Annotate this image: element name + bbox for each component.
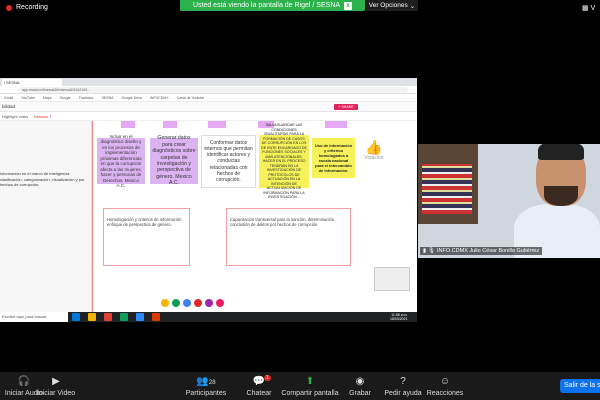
bookmark-item[interactable]: YouTube: [21, 96, 35, 100]
sticky-note[interactable]: Uso de información y criterios homologad…: [312, 138, 355, 178]
mural-subbar: Highlight votes Session 1: [0, 112, 417, 121]
bookmark-item[interactable]: SESNA: [102, 96, 114, 100]
share-button[interactable]: + SHARE: [334, 104, 358, 110]
vote-label: Votación: [364, 155, 384, 161]
video-label: Iniciar Video: [36, 390, 76, 397]
viewing-banner-text: Usted está viendo la pantalla de Rigel /…: [192, 2, 341, 9]
taskbar-clock: 11:58 a.m. 18/03/2021: [390, 313, 408, 321]
taskbar-app-icon[interactable]: [104, 313, 112, 321]
viewing-banner: Usted está viendo la pantalla de Rigel /…: [180, 0, 365, 11]
pink-tag: [121, 121, 135, 128]
taskbar-app-icon[interactable]: [72, 313, 80, 321]
view-button[interactable]: ▦ V: [582, 4, 596, 13]
person-hair: [538, 144, 584, 160]
taskbar-search[interactable]: Escribe aquí para buscar: [0, 312, 68, 322]
taskbar-app-icon[interactable]: [136, 313, 144, 321]
taskbar-app-icon[interactable]: [88, 313, 96, 321]
participants-count: 28: [208, 380, 216, 386]
frame-card[interactable]: Homologación y criterios de información …: [103, 208, 190, 266]
participant-video[interactable]: ▮ 🎙 INFO.CDMX Julio César Bonilla Gutiér…: [418, 144, 600, 258]
leave-button[interactable]: Salir de la s: [560, 379, 600, 393]
url-field[interactable]: app.mural.co/t/sesna2/m/sesna2/1612193..…: [18, 87, 408, 93]
thumbs-up-icon: 👍: [365, 139, 383, 155]
mural-title: bilidad: [2, 104, 16, 109]
taskbar-icons: [72, 313, 160, 321]
participants-icon: 👥28: [196, 376, 216, 387]
bookmark-item[interactable]: Google Drive: [122, 96, 142, 100]
vote-widget[interactable]: 👍 Votación: [361, 139, 387, 161]
view-options-button[interactable]: Ver Opciones ⌄: [366, 0, 418, 11]
tool-icon[interactable]: [216, 299, 224, 307]
zoom-window: Recording Usted está viendo la pantalla …: [0, 0, 600, 400]
recording-label: Recording: [16, 4, 48, 11]
bookmarks-bar: Gmail YouTube Maps Google Traductor SESN…: [0, 94, 417, 102]
bookmark-item[interactable]: Google: [59, 96, 70, 100]
minimap[interactable]: [374, 267, 410, 291]
browser-tab[interactable]: l SESNA: [2, 79, 62, 86]
tool-icon[interactable]: [194, 299, 202, 307]
chat-badge: 1: [264, 375, 271, 381]
record-label: Grabar: [349, 390, 371, 397]
mural-canvas: información en el marco de inteligencia …: [0, 121, 417, 312]
clock-date: 18/03/2021: [390, 317, 408, 321]
mic-muted-icon: 🎙: [428, 248, 436, 254]
view-options-label: Ver Opciones: [368, 2, 408, 9]
session-label[interactable]: Session 1: [34, 114, 52, 119]
left-panel-text: información en el marco de inteligencia …: [0, 171, 85, 187]
video-off-icon: ▶: [52, 376, 60, 387]
smile-icon: ☺: [439, 376, 451, 387]
reactions-label: Reacciones: [426, 390, 464, 397]
shared-screen: l SESNA app.mural.co/t/sesna2/m/sesna2/1…: [0, 78, 417, 322]
books: [422, 164, 472, 214]
bookmark-item[interactable]: INFOCDMX: [150, 96, 169, 100]
tool-icon[interactable]: [150, 299, 158, 307]
mural-appbar: bilidad + SHARE: [0, 102, 417, 112]
grid-icon: ▦: [582, 5, 589, 12]
tool-icon[interactable]: [183, 299, 191, 307]
annotation-tools: [150, 299, 224, 307]
frame-card[interactable]: Capacitación transversal para la sanción…: [226, 208, 351, 266]
bookmark-item[interactable]: Traductor: [79, 96, 94, 100]
banner-close-icon[interactable]: x: [344, 1, 353, 10]
tool-icon[interactable]: [172, 299, 180, 307]
sticky-note[interactable]: Conformar datos internos que permitan id…: [201, 135, 256, 188]
left-panel: información en el marco de inteligencia …: [0, 121, 92, 312]
chevron-down-icon: ⌄: [409, 2, 416, 10]
browser-urlbar: app.mural.co/t/sesna2/m/sesna2/1612193..…: [0, 86, 417, 94]
bookmark-item[interactable]: Gmail: [4, 96, 13, 100]
bookmark-item[interactable]: Canal de Youtube: [177, 96, 205, 100]
participant-name: INFO.CDMX Julio César Bonilla Gutiérrez: [437, 248, 540, 254]
pink-tag: [163, 121, 177, 128]
taskbar-app-icon[interactable]: [152, 313, 160, 321]
taskbar-app-icon[interactable]: [120, 313, 128, 321]
signal-icon: ▮: [423, 248, 427, 254]
highlight-votes-label[interactable]: Highlight votes: [2, 114, 28, 119]
reactions-button[interactable]: ☺ Reacciones: [415, 376, 475, 397]
view-label: V: [590, 4, 596, 12]
pink-tag: [325, 121, 347, 128]
sticky-note[interactable]: SALVAGUARDAR LAS CONDICIONES IGUALITARIA…: [259, 123, 309, 199]
sticky-note[interactable]: Generar datos para crear diagnósticos so…: [150, 135, 198, 186]
mural-board: Incluir en el diagnóstico diseño y en lo…: [93, 121, 417, 312]
tool-icon[interactable]: [161, 299, 169, 307]
recording-indicator: Recording: [6, 4, 48, 11]
video-button[interactable]: ▶ Iniciar Video: [26, 376, 86, 397]
browser-tabbar: l SESNA: [0, 78, 417, 86]
chat-label: Chatear: [246, 390, 272, 397]
pink-tag: [208, 121, 226, 128]
bookmark-item[interactable]: Maps: [43, 96, 52, 100]
record-dot-icon: [6, 4, 12, 11]
tool-icon[interactable]: [205, 299, 213, 307]
person-beard: [544, 186, 578, 206]
windows-taskbar: Escribe aquí para buscar 11:58 a.m. 18/0…: [0, 312, 417, 322]
sticky-note[interactable]: Incluir en el diagnóstico diseño y en lo…: [97, 134, 145, 188]
participants-label: Participantes: [185, 390, 227, 397]
participant-label: ▮ 🎙 INFO.CDMX Julio César Bonilla Gutiér…: [420, 247, 543, 255]
participants-button[interactable]: 👥28 Participantes: [176, 376, 236, 397]
